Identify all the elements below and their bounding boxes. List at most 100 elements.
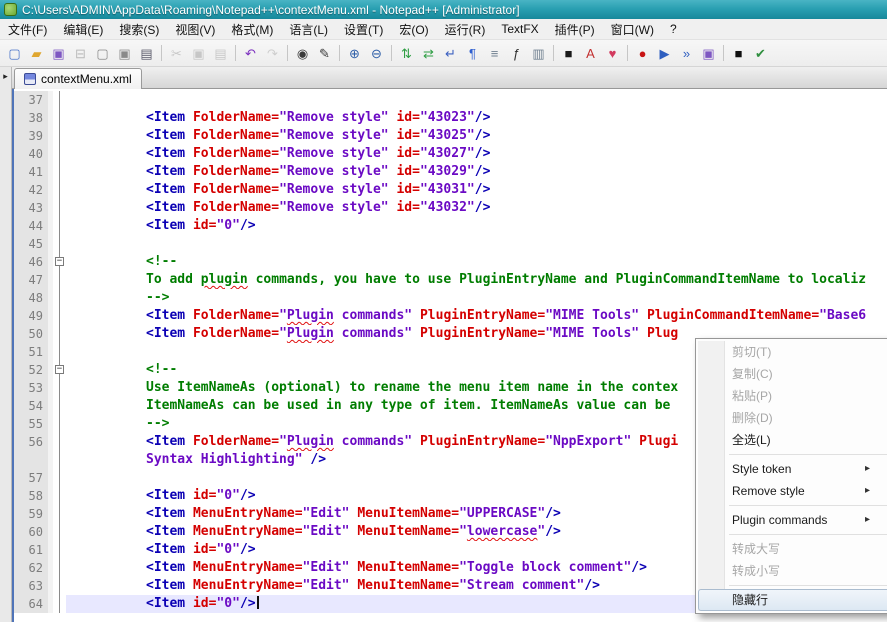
context-menu-item-label: 全选(L) — [732, 429, 886, 451]
toolbar-separator — [161, 45, 162, 61]
code-line: 48--> — [14, 289, 887, 307]
tab-contextmenu-xml[interactable]: contextMenu.xml — [14, 68, 142, 89]
title-bar[interactable]: C:\Users\ADMIN\AppData\Roaming\Notepad++… — [0, 0, 887, 19]
fold-margin — [53, 505, 66, 523]
context-menu-separator — [729, 454, 887, 455]
fold-margin — [53, 91, 66, 109]
monitor-button[interactable]: ■ — [558, 43, 579, 64]
run-macro-multiple-button[interactable]: » — [676, 43, 697, 64]
undo-button[interactable]: ↶ — [240, 43, 261, 64]
show-all-chars-button[interactable]: ¶ — [462, 43, 483, 64]
code-text: <Item FolderName="Remove style" id="4302… — [66, 127, 887, 145]
context-menu-item-label: Plugin commands — [732, 509, 865, 531]
line-number: 61 — [14, 541, 48, 559]
doc-map-button[interactable]: ▥ — [528, 43, 549, 64]
save-macro-button[interactable]: ▣ — [698, 43, 719, 64]
line-number: 37 — [14, 91, 48, 109]
code-text: <Item id="0"/> — [66, 217, 887, 235]
menubar-item-3[interactable]: 搜索(S) — [111, 19, 167, 39]
line-number: 45 — [14, 235, 48, 253]
context-menu-item-15[interactable]: 隐藏行 — [698, 589, 887, 611]
fold-margin — [53, 145, 66, 163]
menubar-item-10[interactable]: TextFX — [493, 19, 546, 39]
line-number: 48 — [14, 289, 48, 307]
close-all-button[interactable]: ▣ — [114, 43, 135, 64]
context-menu-item-label: 粘贴(P) — [732, 385, 886, 407]
copy-button: ▣ — [188, 43, 209, 64]
play-macro-icon: ▶ — [660, 47, 670, 60]
function-list-button[interactable]: ƒ — [506, 43, 527, 64]
window-title: C:\Users\ADMIN\AppData\Roaming\Notepad++… — [22, 3, 520, 17]
context-menu-item-10[interactable]: Plugin commands▸ — [698, 509, 887, 531]
replace-icon: ✎ — [319, 47, 330, 60]
menubar-item-2[interactable]: 编辑(E) — [55, 19, 111, 39]
fold-collapse-icon[interactable]: − — [55, 257, 64, 266]
zoom-in-button[interactable]: ⊕ — [344, 43, 365, 64]
line-number: 42 — [14, 181, 48, 199]
context-menu-separator — [729, 585, 887, 586]
redo-icon: ↷ — [267, 47, 278, 60]
fold-margin — [53, 523, 66, 541]
dspellcheck-heart-button[interactable]: ♥ — [602, 43, 623, 64]
context-menu-item-label: Remove style — [732, 480, 865, 502]
monitoring-button[interactable]: ■ — [728, 43, 749, 64]
zoom-out-button[interactable]: ⊖ — [366, 43, 387, 64]
show-all-chars-icon: ¶ — [469, 47, 476, 60]
print-button[interactable]: ▤ — [136, 43, 157, 64]
collapsed-panel-strip[interactable]: ▸ — [0, 67, 12, 622]
redo-button: ↷ — [262, 43, 283, 64]
context-menu-item-7[interactable]: Style token▸ — [698, 458, 887, 480]
cut-button: ✂ — [166, 43, 187, 64]
line-number: 43 — [14, 199, 48, 217]
menu-bar: 文件(F)编辑(E)搜索(S)视图(V)格式(M)语言(L)设置(T)宏(O)运… — [0, 19, 887, 40]
spell-check-abc-button[interactable]: A — [580, 43, 601, 64]
indent-guide-button[interactable]: ≡ — [484, 43, 505, 64]
fold-margin — [53, 487, 66, 505]
context-menu-separator — [729, 534, 887, 535]
replace-button[interactable]: ✎ — [314, 43, 335, 64]
code-line: 37 — [14, 91, 887, 109]
menubar-item-12[interactable]: 窗口(W) — [603, 19, 662, 39]
fold-margin — [53, 235, 66, 253]
code-line: 38<Item FolderName="Remove style" id="43… — [14, 109, 887, 127]
code-text: <Item FolderName="Remove style" id="4302… — [66, 163, 887, 181]
line-number: 56 — [14, 433, 48, 451]
menubar-item-8[interactable]: 宏(O) — [391, 19, 436, 39]
open-folder-button[interactable]: ▰ — [26, 43, 47, 64]
play-macro-button[interactable]: ▶ — [654, 43, 675, 64]
close-button[interactable]: ▢ — [92, 43, 113, 64]
fold-margin — [53, 577, 66, 595]
menubar-item-1[interactable]: 文件(F) — [0, 19, 55, 39]
context-menu-item-13: 转成小写 — [698, 560, 887, 582]
save-button[interactable]: ▣ — [48, 43, 69, 64]
context-menu-item-1: 剪切(T) — [698, 341, 887, 363]
context-menu-item-8[interactable]: Remove style▸ — [698, 480, 887, 502]
sync-vertical-button[interactable]: ⇅ — [396, 43, 417, 64]
function-list-icon: ƒ — [513, 47, 520, 60]
save-macro-icon: ▣ — [702, 47, 714, 60]
abc-check-icon: ✔ — [755, 47, 766, 60]
code-text: <Item FolderName="Remove style" id="4303… — [66, 181, 887, 199]
menubar-item-9[interactable]: 运行(R) — [437, 19, 494, 39]
fold-collapse-icon[interactable]: − — [55, 365, 64, 374]
code-line: 44<Item id="0"/> — [14, 217, 887, 235]
close-all-icon: ▣ — [118, 47, 130, 60]
context-menu-item-label: 隐藏行 — [732, 590, 885, 610]
menubar-item-13[interactable]: ? — [662, 19, 685, 39]
line-number: 63 — [14, 577, 48, 595]
menubar-item-6[interactable]: 语言(L) — [281, 19, 336, 39]
record-macro-button[interactable]: ● — [632, 43, 653, 64]
code-text: <Item FolderName="Remove style" id="4302… — [66, 109, 887, 127]
find-button[interactable]: ◉ — [292, 43, 313, 64]
line-number: 40 — [14, 145, 48, 163]
menubar-item-4[interactable]: 视图(V) — [167, 19, 223, 39]
menubar-item-7[interactable]: 设置(T) — [336, 19, 391, 39]
context-menu-item-5[interactable]: 全选(L) — [698, 429, 887, 451]
open-folder-icon: ▰ — [32, 47, 42, 60]
menubar-item-11[interactable]: 插件(P) — [547, 19, 603, 39]
word-wrap-button[interactable]: ↵ — [440, 43, 461, 64]
abc-check-button[interactable]: ✔ — [750, 43, 771, 64]
sync-horizontal-button[interactable]: ⇄ — [418, 43, 439, 64]
menubar-item-5[interactable]: 格式(M) — [223, 19, 281, 39]
new-file-button[interactable]: ▢ — [4, 43, 25, 64]
